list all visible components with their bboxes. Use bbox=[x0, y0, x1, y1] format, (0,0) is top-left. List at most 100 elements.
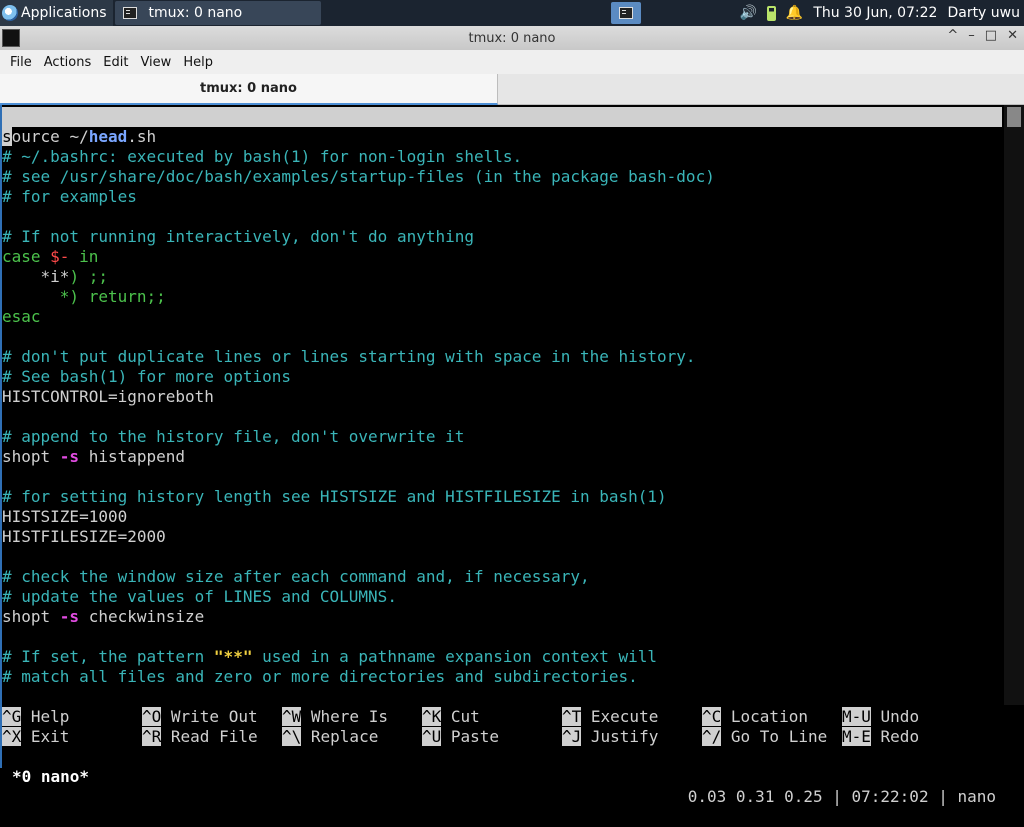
applications-logo-icon bbox=[2, 5, 18, 21]
shortcut-key: ^O bbox=[142, 707, 162, 726]
scrollbar-thumb[interactable] bbox=[1007, 107, 1021, 127]
code-line: # for setting history length see HISTSIZ… bbox=[2, 487, 667, 506]
shortcut-undo[interactable]: M-U Undo bbox=[842, 707, 919, 727]
tmux-window-name[interactable]: *0 nano* bbox=[12, 767, 89, 787]
code-line: HISTSIZE=1000 bbox=[2, 507, 128, 526]
shortcut-key: M-E bbox=[842, 727, 871, 746]
maximize-icon[interactable]: □ bbox=[985, 28, 997, 43]
applications-label: Applications bbox=[21, 5, 107, 21]
shortcut-execute[interactable]: ^T Execute bbox=[562, 707, 658, 727]
shortcut-read-file[interactable]: ^R Read File bbox=[142, 727, 258, 747]
code-line: # see /usr/share/doc/bash/examples/start… bbox=[2, 167, 715, 186]
shortcut-label: Replace bbox=[301, 727, 379, 746]
code-text: *i* bbox=[2, 267, 70, 286]
menu-edit[interactable]: Edit bbox=[97, 55, 134, 70]
speaker-icon[interactable]: 🔊 bbox=[739, 5, 756, 21]
menu-help[interactable]: Help bbox=[177, 55, 219, 70]
editor-buffer[interactable]: source ~/head.sh # ~/.bashrc: executed b… bbox=[2, 127, 1002, 687]
nano-shortcut-bar: ^G Help ^O Write Out ^W Where Is ^K Cut … bbox=[2, 707, 1002, 747]
code-text: head bbox=[88, 127, 128, 146]
workspace-switcher[interactable] bbox=[610, 2, 641, 24]
shortcut-label: Location bbox=[721, 707, 808, 726]
shortcut-write-out[interactable]: ^O Write Out bbox=[142, 707, 258, 727]
shortcut-key: ^\ bbox=[282, 727, 302, 746]
battery-icon[interactable] bbox=[766, 5, 776, 21]
code-text: case bbox=[2, 247, 51, 266]
tmux-status-bar: *0 nano* 0.03 0.31 0.25 | 07:22:02 | nan… bbox=[2, 747, 1024, 806]
code-line: HISTCONTROL=ignoreboth bbox=[2, 387, 214, 406]
tmux-status-right: 0.03 0.31 0.25 | 07:22:02 | nano bbox=[687, 787, 996, 806]
shortcut-replace[interactable]: ^\ Replace bbox=[282, 727, 378, 747]
tab-tmux-nano[interactable]: tmux: 0 nano bbox=[0, 74, 498, 105]
code-line: *) return;; bbox=[2, 287, 166, 306]
code-text: ource ~/ bbox=[11, 127, 89, 146]
code-text: $- bbox=[50, 247, 70, 266]
clock[interactable]: Thu 30 Jun, 07:22 bbox=[813, 5, 937, 21]
shortcut-location[interactable]: ^C Location bbox=[702, 707, 808, 727]
code-text: shopt bbox=[2, 607, 60, 626]
terminal-icon bbox=[618, 7, 633, 19]
shortcut-redo[interactable]: M-E Redo bbox=[842, 727, 919, 747]
taskbar-item-tmux[interactable]: tmux: 0 nano bbox=[114, 1, 321, 25]
top-panel: Applications tmux: 0 nano 🔊 🔔 Thu 30 Jun… bbox=[0, 0, 1024, 26]
shortcut-key: ^C bbox=[702, 707, 722, 726]
shortcut-key: ^X bbox=[2, 727, 22, 746]
code-line: # If set, the pattern "**" used in a pat… bbox=[2, 647, 1002, 667]
window-titlebar[interactable]: tmux: 0 nano ^ – □ ✕ bbox=[0, 26, 1024, 50]
applications-menu[interactable]: Applications bbox=[0, 0, 113, 26]
code-line: source ~/head.sh bbox=[2, 127, 1002, 147]
shortcut-key: ^G bbox=[2, 707, 22, 726]
code-text: ) ;; bbox=[69, 267, 108, 286]
code-text: -s bbox=[59, 447, 80, 466]
terminal-scrollbar[interactable] bbox=[1004, 105, 1024, 705]
menu-file[interactable]: File bbox=[4, 55, 38, 70]
shortcut-label: Justify bbox=[581, 727, 659, 746]
tab-strip: tmux: 0 nano bbox=[0, 74, 1024, 105]
code-line: # for examples bbox=[2, 187, 137, 206]
code-line: # See bash(1) for more options bbox=[2, 367, 291, 386]
code-line: # append to the history file, don't over… bbox=[2, 427, 465, 446]
shortcut-label: Write Out bbox=[161, 707, 258, 726]
window-terminal-icon[interactable] bbox=[2, 29, 20, 47]
code-line: # match all files and zero or more direc… bbox=[2, 667, 638, 686]
shortcut-cut[interactable]: ^K Cut bbox=[422, 707, 480, 727]
system-tray: 🔊 🔔 Thu 30 Jun, 07:22 Darty uwu bbox=[739, 5, 1024, 21]
bell-icon[interactable]: 🔔 bbox=[786, 5, 803, 21]
shortcut-paste[interactable]: ^U Paste bbox=[422, 727, 499, 747]
shortcut-exit[interactable]: ^X Exit bbox=[2, 727, 69, 747]
shortcut-label: Go To Line bbox=[721, 727, 828, 746]
minimize-icon[interactable]: – bbox=[968, 28, 975, 43]
shortcut-label: Cut bbox=[441, 707, 480, 726]
code-text: shopt bbox=[2, 447, 60, 466]
shortcut-key: ^R bbox=[142, 727, 162, 746]
chevron-up-icon[interactable]: ^ bbox=[947, 28, 958, 43]
shortcut-label: Exit bbox=[21, 727, 70, 746]
code-line: # If not running interactively, don't do… bbox=[2, 227, 475, 246]
code-line: HISTFILESIZE=2000 bbox=[2, 527, 166, 546]
menu-view[interactable]: View bbox=[134, 55, 177, 70]
text-cursor: s bbox=[2, 127, 12, 146]
user-menu[interactable]: Darty uwu bbox=[947, 5, 1020, 21]
shortcut-where-is[interactable]: ^W Where Is bbox=[282, 707, 388, 727]
shortcut-label: Help bbox=[21, 707, 70, 726]
close-icon[interactable]: ✕ bbox=[1007, 28, 1018, 43]
code-line: case $- in bbox=[2, 247, 1002, 267]
shortcut-key: M-U bbox=[842, 707, 871, 726]
code-line: shopt -s checkwinsize bbox=[2, 607, 1002, 627]
menu-actions[interactable]: Actions bbox=[38, 55, 98, 70]
shortcut-label: Read File bbox=[161, 727, 258, 746]
terminal-view[interactable]: GNU nano 6.2 .bashrc source ~/head.sh # … bbox=[0, 105, 1024, 806]
terminal-icon bbox=[122, 7, 137, 19]
shortcut-label: Undo bbox=[870, 707, 920, 726]
code-text: in bbox=[69, 247, 99, 266]
shortcut-key: ^W bbox=[282, 707, 302, 726]
shortcut-go-to-line[interactable]: ^/ Go To Line bbox=[702, 727, 827, 747]
shortcut-justify[interactable]: ^J Justify bbox=[562, 727, 658, 747]
shortcut-label: Redo bbox=[870, 727, 920, 746]
shortcut-help[interactable]: ^G Help bbox=[2, 707, 69, 727]
code-line: # check the window size after each comma… bbox=[2, 567, 590, 586]
menu-bar: File Actions Edit View Help bbox=[0, 50, 1024, 74]
